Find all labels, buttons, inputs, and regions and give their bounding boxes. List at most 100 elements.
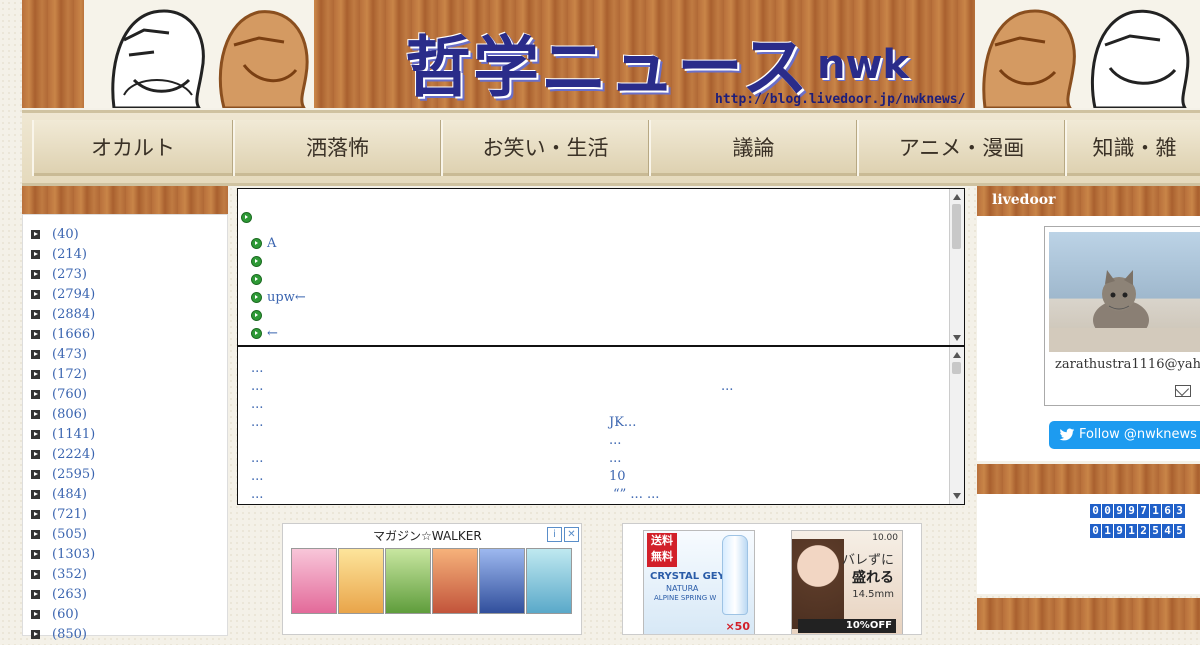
category-link[interactable]: (1303) — [52, 547, 95, 562]
news-link[interactable]: ... — [251, 379, 263, 394]
arrow-bullet-icon — [251, 292, 262, 303]
arrow-bullet-icon — [251, 328, 262, 339]
news-link[interactable]: ... — [609, 433, 621, 448]
nav-item-anime-manga[interactable]: アニメ・漫画 — [857, 120, 1067, 176]
bullet-icon — [31, 530, 40, 539]
feed-row[interactable] — [241, 210, 257, 225]
profile-email[interactable]: zarathustra1116@yahoo.co.jp — [1055, 357, 1200, 372]
category-link[interactable]: (263) — [52, 587, 87, 602]
category-link[interactable]: (60) — [52, 607, 79, 622]
product-ads[interactable]: 送料 無料 CRYSTAL GEY NATURA ALPINE SPRING W… — [622, 523, 922, 635]
feed-row[interactable] — [251, 272, 267, 287]
news-scrollbar[interactable] — [949, 347, 964, 504]
title-box: 哲学ニュース nwk http://blog.livedoor.jp/nwkne… — [377, 8, 967, 108]
category-link[interactable]: (214) — [52, 247, 87, 262]
news-link[interactable]: ... — [251, 487, 263, 502]
twitter-follow-button[interactable]: Follow @nwknews — [1049, 421, 1200, 449]
counter-digit: 0 — [1102, 504, 1113, 518]
brand-text: CRYSTAL GEY — [650, 571, 725, 582]
ad-title: マガジン☆WALKER — [373, 529, 482, 543]
feed-row[interactable]: ← — [251, 326, 278, 341]
news-link[interactable]: “” ... ... — [613, 487, 659, 502]
news-link[interactable]: 10 — [609, 469, 626, 484]
nav-item-chishiki[interactable]: 知識・雑 — [1065, 120, 1200, 176]
news-link[interactable]: ... — [251, 397, 263, 412]
category-link[interactable]: (473) — [52, 347, 87, 362]
scroll-down-icon[interactable] — [953, 335, 961, 341]
list-item: (1666) — [31, 325, 227, 345]
contact-lens-ad[interactable]: 10.00 バレずに 盛れる 14.5mm 10%OFF — [791, 530, 903, 634]
category-link[interactable]: (505) — [52, 527, 87, 542]
feed-link[interactable]: upw← — [267, 290, 306, 305]
manga-cover[interactable] — [526, 548, 572, 614]
sidebar-header-title: livedoor — [992, 192, 1056, 208]
category-link[interactable]: (721) — [52, 507, 87, 522]
counter-digit: 1 — [1102, 524, 1113, 538]
category-link[interactable]: (1141) — [52, 427, 95, 442]
scroll-up-icon[interactable] — [953, 352, 961, 358]
manga-cover[interactable] — [338, 548, 384, 614]
bullet-icon — [31, 390, 40, 399]
category-link[interactable]: (484) — [52, 487, 87, 502]
scroll-thumb[interactable] — [952, 362, 961, 374]
list-item: (352) — [31, 565, 227, 585]
feed-link[interactable]: A — [267, 236, 276, 251]
free-shipping-badge: 送料 無料 — [647, 533, 677, 567]
list-item: (2224) — [31, 445, 227, 465]
philosopher-bust-right — [975, 0, 1200, 108]
ad-info-icon[interactable]: i — [547, 527, 562, 542]
magazine-walker-ad[interactable]: マガジン☆WALKER i ✕ — [282, 523, 582, 635]
right-sidebar-header-3 — [977, 598, 1200, 630]
news-link[interactable]: ... — [251, 469, 263, 484]
water-ad[interactable]: 送料 無料 CRYSTAL GEY NATURA ALPINE SPRING W… — [643, 530, 755, 634]
nav-item-owarai[interactable]: お笑い・生活 — [441, 120, 651, 176]
feed-row[interactable]: upw← — [251, 290, 306, 305]
scroll-up-icon[interactable] — [953, 194, 961, 200]
feed-scrollbar[interactable] — [949, 189, 964, 346]
category-link[interactable]: (273) — [52, 267, 87, 282]
category-nav: オカルト 洒落怖 お笑い・生活 議論 アニメ・漫画 知識・雑 — [22, 110, 1200, 186]
site-url[interactable]: http://blog.livedoor.jp/nwknews/ — [715, 92, 965, 107]
category-link[interactable]: (352) — [52, 567, 87, 582]
nav-item-giron[interactable]: 議論 — [649, 120, 859, 176]
news-link[interactable]: ... — [251, 451, 263, 466]
list-item: (60) — [31, 605, 227, 625]
category-link[interactable]: (2595) — [52, 467, 95, 482]
category-link[interactable]: (806) — [52, 407, 87, 422]
manga-cover[interactable] — [432, 548, 478, 614]
category-link[interactable]: (2224) — [52, 447, 95, 462]
feed-box[interactable]: A upw← ← — [237, 188, 965, 347]
news-box[interactable]: ... ... ... ... ... JK... ... ... ... ..… — [237, 345, 965, 505]
list-item: (172) — [31, 365, 227, 385]
scroll-down-icon[interactable] — [953, 493, 961, 499]
category-link[interactable]: (2794) — [52, 287, 95, 302]
feed-row[interactable] — [251, 308, 267, 323]
nav-item-share-kowa[interactable]: 洒落怖 — [233, 120, 443, 176]
category-link[interactable]: (40) — [52, 227, 79, 242]
news-link[interactable]: ... — [251, 361, 263, 376]
ad-close-icon[interactable]: ✕ — [564, 527, 579, 542]
ad-text: バレずに — [841, 553, 894, 568]
bullet-icon — [31, 490, 40, 499]
manga-cover[interactable] — [385, 548, 431, 614]
category-link[interactable]: (850) — [52, 627, 87, 642]
left-sidebar-header — [22, 186, 228, 214]
news-link[interactable]: JK... — [609, 415, 636, 430]
category-link[interactable]: (172) — [52, 367, 87, 382]
feed-row[interactable]: A — [251, 236, 276, 251]
news-link[interactable]: ... — [609, 451, 621, 466]
nav-item-occult[interactable]: オカルト — [32, 120, 235, 176]
manga-cover[interactable] — [291, 548, 337, 614]
counter-digit: 7 — [1138, 504, 1149, 518]
feed-row[interactable] — [251, 254, 267, 269]
manga-cover[interactable] — [479, 548, 525, 614]
mail-icon[interactable] — [1175, 385, 1191, 397]
feed-link[interactable]: ← — [267, 326, 278, 341]
category-link[interactable]: (760) — [52, 387, 87, 402]
scroll-thumb[interactable] — [952, 204, 961, 249]
news-link[interactable]: ... — [251, 415, 263, 430]
category-link[interactable]: (1666) — [52, 327, 95, 342]
category-link[interactable]: (2884) — [52, 307, 95, 322]
news-link[interactable]: ... — [721, 379, 733, 394]
counter-panel: 00997163 01912545 — [977, 494, 1200, 594]
